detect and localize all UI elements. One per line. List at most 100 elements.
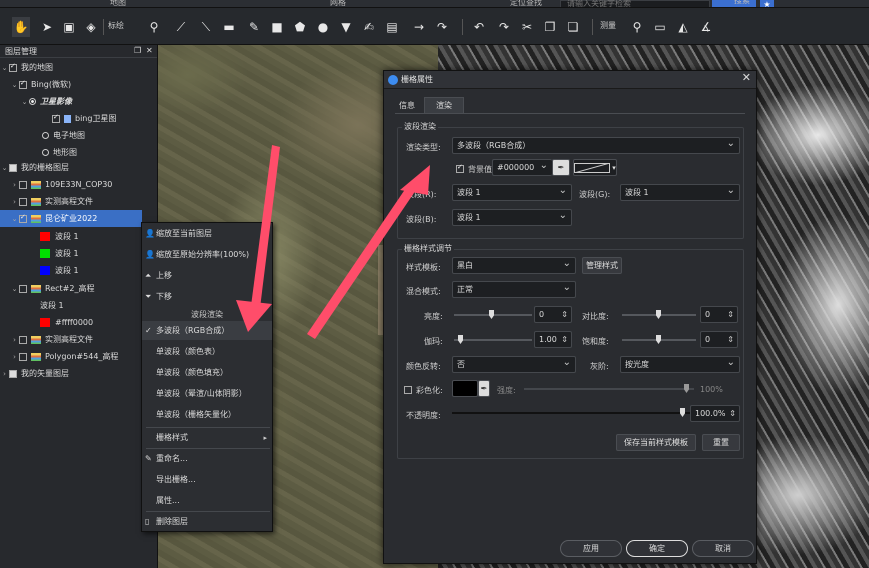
brightness-spinbox[interactable]: 0 <box>534 306 572 323</box>
menu-export[interactable]: 导出栅格... <box>142 470 272 489</box>
eyedropper-icon[interactable]: ✒ <box>478 380 490 397</box>
pentagon-icon[interactable]: ⬟ <box>291 17 309 37</box>
menu-single-color[interactable]: 单波段（颜色表） <box>142 342 272 361</box>
menu-multi-band[interactable]: ✓ 多波段（RGB合成） <box>142 321 272 340</box>
radio[interactable] <box>29 98 36 105</box>
gray-select[interactable]: 按光度 <box>620 356 740 373</box>
bg-color-input[interactable]: #000000 <box>492 159 552 176</box>
placemark-icon[interactable]: ⚲ <box>145 17 163 37</box>
tab-info[interactable]: 信息 <box>395 97 419 113</box>
close-icon[interactable]: ✕ <box>742 71 751 84</box>
measure-area-icon[interactable]: ◭ <box>674 17 692 37</box>
chevron-right-icon[interactable]: › <box>10 181 19 189</box>
gamma-spinbox[interactable]: 1.00 <box>534 331 572 348</box>
checkbox[interactable] <box>19 213 27 223</box>
square-icon[interactable]: ■ <box>268 17 286 37</box>
text-mark-icon[interactable]: ✍ <box>360 17 378 37</box>
saturation-spinbox[interactable]: 0 <box>700 331 738 348</box>
menu-map[interactable]: 地图 <box>110 0 126 7</box>
select-shape-icon[interactable]: ◈ <box>82 17 100 37</box>
tree-vector-layers[interactable]: › 我的矢量图层 <box>0 365 158 382</box>
ok-button[interactable]: 确定 <box>626 540 688 557</box>
chevron-right-icon[interactable]: › <box>10 198 19 206</box>
chevron-right-icon[interactable]: › <box>10 336 19 344</box>
tree-raster-layers[interactable]: ⌄ 我的栅格图层 <box>0 159 158 176</box>
undo-icon[interactable]: ↶ <box>470 17 488 37</box>
measure-point-icon[interactable]: ⚲ <box>628 17 646 37</box>
curve-arrow-icon[interactable]: ↷ <box>433 17 451 37</box>
apply-button[interactable]: 应用 <box>560 540 622 557</box>
tree-satellite[interactable]: ⌄ 卫星影像 <box>0 93 158 110</box>
arrow-right-icon[interactable]: → <box>410 17 428 37</box>
render-type-select[interactable]: 多波段（RGB合成） <box>452 137 740 154</box>
checkbox-partial[interactable] <box>9 163 17 172</box>
tree-band-blue[interactable]: 波段 1 <box>0 262 158 279</box>
checkbox[interactable] <box>19 284 27 293</box>
contrast-spinbox[interactable]: 0 <box>700 306 738 323</box>
polyline-icon[interactable]: ⟋ <box>172 17 190 37</box>
gamma-slider[interactable] <box>454 335 532 344</box>
colorize-checkbox[interactable] <box>404 386 412 394</box>
band-r-select[interactable]: 波段 1 <box>452 184 572 201</box>
menu-single-hill[interactable]: 单波段（晕渲/山体阴影） <box>142 384 272 403</box>
pen-icon[interactable]: ✎ <box>245 17 263 37</box>
menu-raster-style[interactable]: 栅格样式 ▸ <box>142 428 272 447</box>
menu-zoom-native[interactable]: 👤 缩放至原始分辨率(100%) <box>142 245 272 264</box>
menu-grid[interactable]: 网格 <box>330 0 346 7</box>
eyedropper-icon[interactable]: ✒ <box>552 159 570 176</box>
menu-single-vector[interactable]: 单波段（栅格矢量化） <box>142 405 272 424</box>
opacity-slider[interactable] <box>452 408 690 417</box>
tree-cop30[interactable]: › 109E33N_COP30 <box>0 176 158 193</box>
tree-rect-color[interactable]: #ffff0000 <box>0 314 158 331</box>
checkbox[interactable] <box>19 197 27 206</box>
manage-style-button[interactable]: 管理样式 <box>582 257 622 274</box>
line-icon[interactable]: ⟍ <box>197 17 215 37</box>
brightness-slider[interactable] <box>454 310 532 319</box>
chevron-right-icon[interactable]: › <box>10 353 19 361</box>
search-button[interactable]: 搜索 <box>712 0 756 7</box>
chevron-down-icon[interactable]: ⌄ <box>20 98 29 106</box>
tree-band-green[interactable]: 波段 1 <box>0 245 158 262</box>
menu-move-up[interactable]: ⏶ 上移 <box>142 266 272 285</box>
menu-zoom-layer[interactable]: 👤 缩放至当前图层 <box>142 224 272 243</box>
checkbox[interactable] <box>52 113 60 123</box>
paste-icon[interactable]: ❏ <box>564 17 582 37</box>
menu-delete-layer[interactable]: ▯ 删除图层 <box>142 512 272 531</box>
checkbox[interactable] <box>9 62 17 72</box>
tree-e-map[interactable]: 电子地图 <box>0 127 158 144</box>
radio[interactable] <box>42 132 49 139</box>
copy-icon[interactable]: ❐ <box>541 17 559 37</box>
chevron-down-icon[interactable]: ⌄ <box>10 285 19 293</box>
contrast-slider[interactable] <box>622 310 696 319</box>
saturation-slider[interactable] <box>622 335 696 344</box>
star-icon[interactable]: ★ <box>760 0 774 7</box>
float-icon[interactable]: ❐ <box>134 46 141 55</box>
tree-my-map[interactable]: ⌄我的地图 <box>0 59 158 76</box>
close-icon[interactable]: ✕ <box>146 46 153 55</box>
menu-single-fill[interactable]: 单波段（颜色填充） <box>142 363 272 382</box>
strength-slider[interactable] <box>524 384 694 393</box>
tab-render[interactable]: 渲染 <box>424 97 464 113</box>
tree-rect[interactable]: ⌄ Rect#2_高程 <box>0 280 158 297</box>
layer-image-icon[interactable]: ▤ <box>383 17 401 37</box>
checkbox[interactable] <box>19 180 27 189</box>
search-input[interactable]: 请输入关键字检索 <box>560 0 710 7</box>
checkbox-partial[interactable] <box>9 369 17 378</box>
chevron-down-icon[interactable]: ⌄ <box>0 64 9 72</box>
band-g-select[interactable]: 波段 1 <box>620 184 740 201</box>
chevron-right-icon[interactable]: › <box>0 370 9 378</box>
menu-rename[interactable]: ✎ 重命名... <box>142 449 272 468</box>
menu-properties[interactable]: 属性... <box>142 491 272 510</box>
invert-select[interactable]: 否 <box>452 356 576 373</box>
rectangle-shape-icon[interactable]: ▬ <box>220 17 238 37</box>
blend-select[interactable]: 正常 <box>452 281 576 298</box>
style-template-select[interactable]: 黑白 <box>452 257 576 274</box>
tree-mine-selected[interactable]: ⌄昆仑矿业2022 <box>0 210 142 227</box>
redo-icon[interactable]: ↷ <box>495 17 513 37</box>
checkbox[interactable] <box>19 352 27 361</box>
select-rect-icon[interactable]: ▣ <box>60 17 78 37</box>
reset-button[interactable]: 重置 <box>702 434 740 451</box>
checkbox[interactable] <box>19 335 27 344</box>
chevron-down-icon[interactable]: ⌄ <box>10 215 19 223</box>
tree-dem1[interactable]: › 实测高程文件 <box>0 193 158 210</box>
